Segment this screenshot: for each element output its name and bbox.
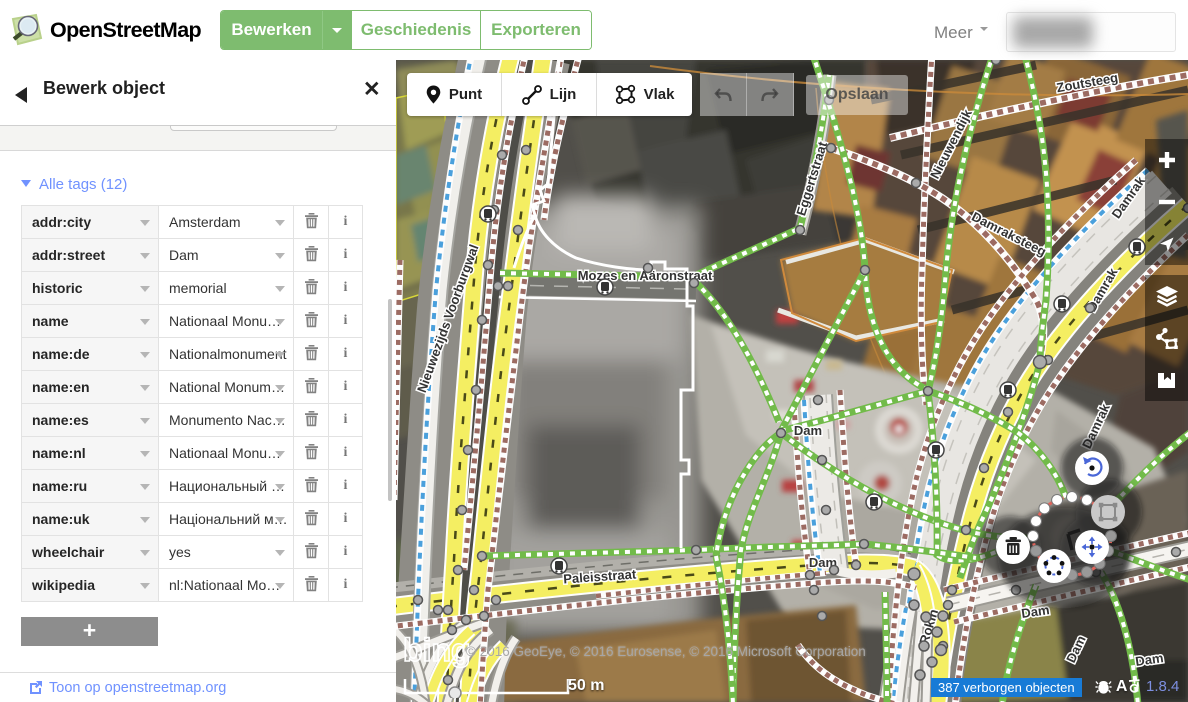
svg-text:Dam: Dam (794, 423, 822, 438)
